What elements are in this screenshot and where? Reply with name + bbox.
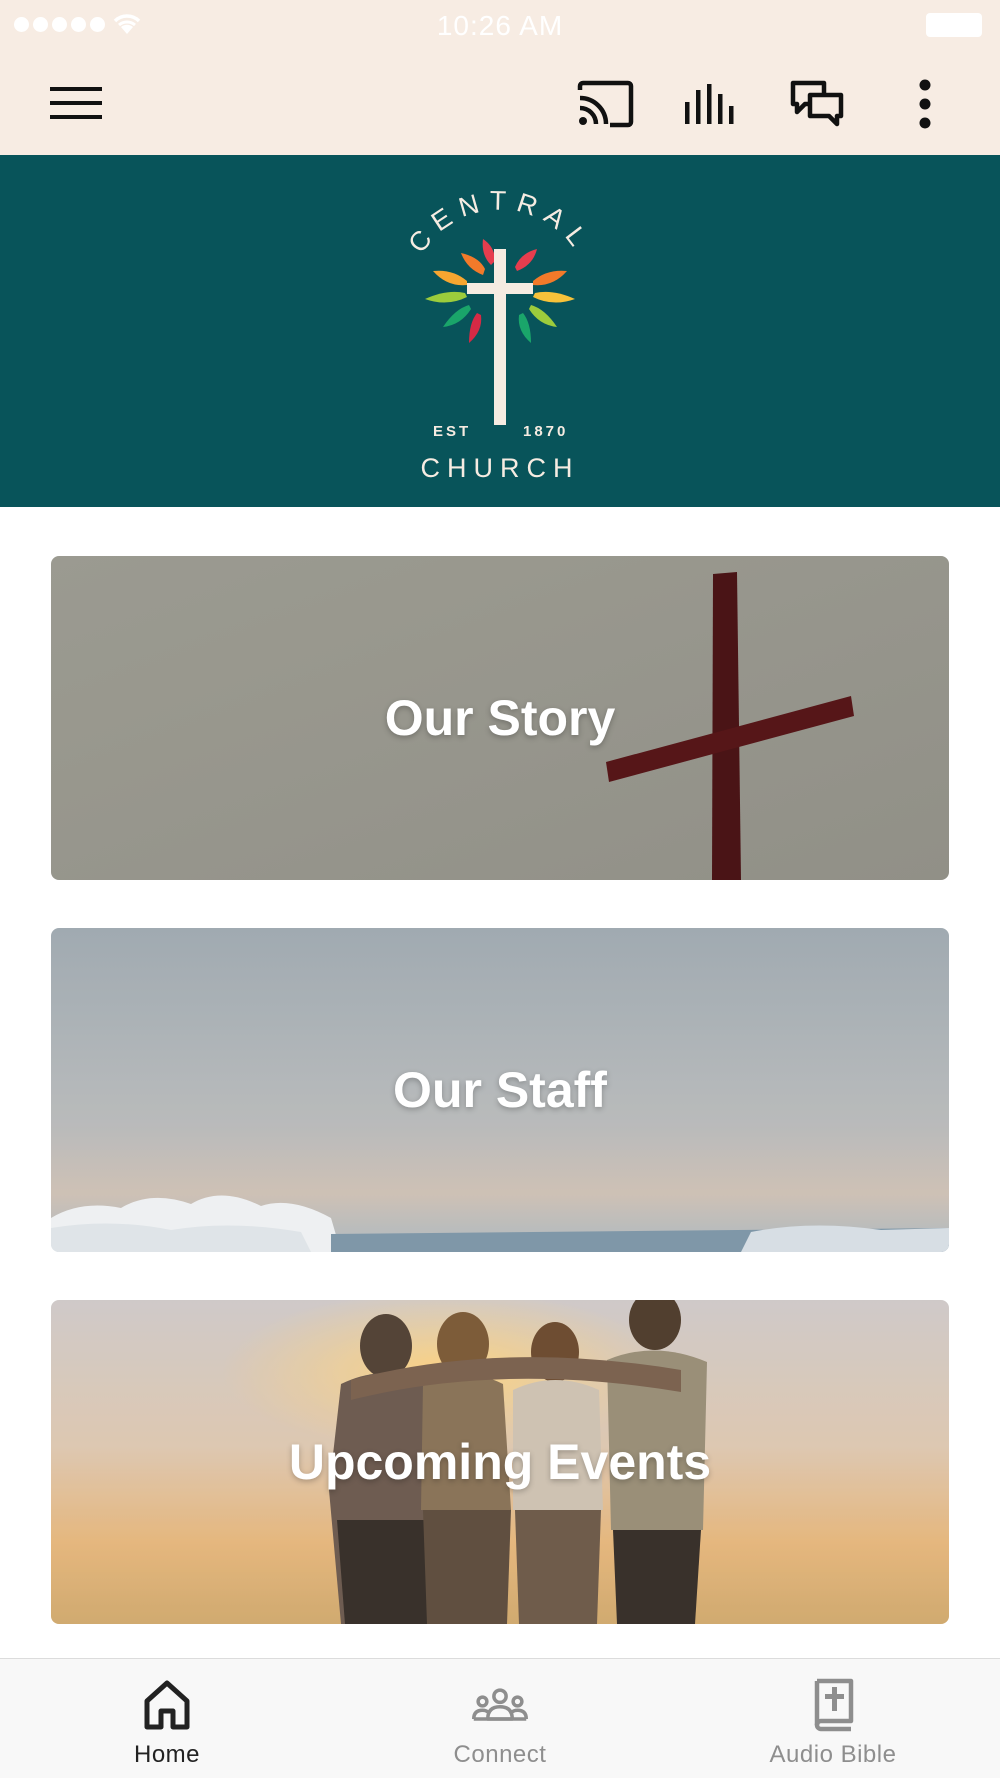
- menu-icon: [50, 87, 102, 119]
- bottom-navigation: Home Connect Audio Bible: [0, 1658, 1000, 1778]
- nav-item-audio-bible[interactable]: Audio Bible: [666, 1659, 1000, 1778]
- bible-icon: [814, 1678, 854, 1732]
- logo-year: 1870: [523, 423, 568, 440]
- app-screen: 10:26 AM CENTRAL EST 1870 CHURCH Our Sto…: [0, 0, 1000, 1778]
- logo-title-bottom: CHURCH: [421, 453, 580, 483]
- church-logo: CENTRAL EST 1870 CHURCH: [402, 186, 598, 483]
- card-our-story[interactable]: Our Story: [51, 556, 949, 880]
- cross-icon: [494, 249, 506, 425]
- cast-button[interactable]: [570, 74, 640, 134]
- hero-banner: CENTRAL EST 1870 CHURCH: [0, 155, 1000, 507]
- nav-label-home: Home: [133, 1741, 201, 1768]
- people-icon: [472, 1688, 528, 1721]
- home-icon: [144, 1680, 190, 1730]
- card-upcoming-events[interactable]: Upcoming Events: [51, 1300, 949, 1624]
- card-title: Our Staff: [393, 1062, 607, 1118]
- nav-label-connect: Connect: [453, 1741, 547, 1768]
- status-time: 10:26 AM: [436, 10, 564, 41]
- logo-title-top: CENTRAL: [402, 186, 589, 259]
- logo-est: EST: [433, 423, 471, 440]
- app-bar: [0, 52, 1000, 155]
- nav-label-audio-bible: Audio Bible: [769, 1741, 897, 1768]
- card-title: Our Story: [384, 690, 616, 746]
- battery-icon: [926, 13, 982, 37]
- cast-icon: [577, 80, 634, 128]
- audio-bars-icon: [685, 84, 734, 124]
- menu-button[interactable]: [40, 76, 112, 130]
- audio-button[interactable]: [676, 74, 746, 134]
- card-our-staff[interactable]: Our Staff: [51, 928, 949, 1252]
- nav-item-home[interactable]: Home: [0, 1659, 334, 1778]
- card-title: Upcoming Events: [288, 1434, 712, 1490]
- chat-button[interactable]: [782, 74, 852, 134]
- more-options-button[interactable]: [890, 74, 960, 134]
- svg-text:CENTRAL: CENTRAL: [402, 186, 598, 259]
- nav-item-connect[interactable]: Connect: [333, 1659, 667, 1778]
- chat-icon: [790, 80, 844, 127]
- more-vertical-icon: [919, 79, 931, 129]
- status-bar: 10:26 AM: [0, 0, 1000, 52]
